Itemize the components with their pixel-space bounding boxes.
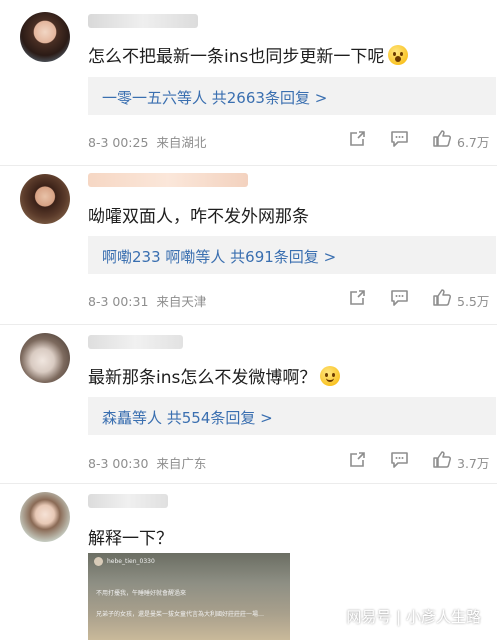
like-icon[interactable] <box>432 450 452 469</box>
reply-summary[interactable]: 森矗等人 共554条回复 > <box>88 397 496 435</box>
embed-avatar <box>94 557 103 566</box>
comment-text: 呦嚯双面人，咋不发外网那条 <box>88 202 309 227</box>
comment-text: 最新那条ins怎么不发微博啊？ <box>88 363 341 388</box>
like-icon[interactable] <box>432 129 452 148</box>
comment-text-content: 怎么不把最新一条ins也同步更新一下呢 <box>88 47 385 67</box>
avatar[interactable] <box>20 492 70 542</box>
smile-emoji-icon <box>320 366 341 386</box>
comment-item: 怎么不把最新一条ins也同步更新一下呢 一零一五六等人 共2663条回复 > 8… <box>0 0 497 165</box>
share-icon[interactable] <box>348 289 366 307</box>
comment-time: 8-3 00:30 <box>88 456 149 471</box>
username-blurred[interactable] <box>88 14 198 28</box>
username-blurred[interactable] <box>88 335 183 349</box>
comment-text-content: 呦嚯双面人，咋不发外网那条 <box>88 207 309 227</box>
comment-meta: 8-3 00:25 来自湖北 <box>88 132 206 151</box>
embedded-screenshot-image[interactable]: hebe_tien_0330 不用打擾我，午睡睡好就會醒過來 兄弟子的女孩，還是… <box>88 553 290 640</box>
embed-username: hebe_tien_0330 <box>107 558 155 565</box>
reply-summary[interactable]: 一零一五六等人 共2663条回复 > <box>88 77 496 115</box>
watermark: 网易号 | 小彥人生路 <box>346 608 481 626</box>
embed-caption-line2: 兄弟子的女孩，還是曼茱一拔女童代言為大利國好莊莊莊一場… <box>96 611 265 618</box>
comment-time: 8-3 00:25 <box>88 135 149 150</box>
comment-text: 怎么不把最新一条ins也同步更新一下呢 <box>88 42 409 67</box>
comment-meta: 8-3 00:31 来自天津 <box>88 291 206 310</box>
share-icon[interactable] <box>348 130 366 148</box>
comment-item: 呦嚯双面人，咋不发外网那条 啊嘞233 啊嘞等人 共691条回复 > 8-3 0… <box>0 166 497 324</box>
comment-meta: 8-3 00:30 来自广东 <box>88 453 206 472</box>
reply-summary-text[interactable]: 森矗等人 共554条回复 > <box>102 407 273 428</box>
comment-icon[interactable] <box>390 289 409 307</box>
comment-location: 来自广东 <box>156 456 207 471</box>
comment-time: 8-3 00:31 <box>88 294 149 309</box>
reply-summary-text[interactable]: 啊嘞233 啊嘞等人 共691条回复 > <box>102 246 336 267</box>
scream-emoji-icon <box>388 45 409 65</box>
like-count: 5.5万 <box>457 294 490 309</box>
avatar[interactable] <box>20 12 70 62</box>
comment-icon[interactable] <box>390 130 409 148</box>
comment-text-content: 解释一下？ <box>88 529 173 549</box>
avatar[interactable] <box>20 333 70 383</box>
like-count: 3.7万 <box>457 456 490 471</box>
reply-summary-text[interactable]: 一零一五六等人 共2663条回复 > <box>102 87 327 108</box>
share-icon[interactable] <box>348 451 366 469</box>
username-blurred[interactable] <box>88 173 248 187</box>
avatar[interactable] <box>20 174 70 224</box>
embed-caption-line1: 不用打擾我，午睡睡好就會醒過來 <box>96 590 187 597</box>
comment-text: 解释一下？ <box>88 524 173 549</box>
like-icon[interactable] <box>432 288 452 307</box>
comment-text-content: 最新那条ins怎么不发微博啊？ <box>88 368 317 388</box>
username-blurred[interactable] <box>88 494 168 508</box>
comment-location: 来自湖北 <box>156 135 207 150</box>
comment-location: 来自天津 <box>156 294 207 309</box>
like-count: 6.7万 <box>457 135 490 150</box>
comment-item: 最新那条ins怎么不发微博啊？ 森矗等人 共554条回复 > 8-3 00:30… <box>0 325 497 483</box>
reply-summary[interactable]: 啊嘞233 啊嘞等人 共691条回复 > <box>88 236 496 274</box>
comment-icon[interactable] <box>390 451 409 469</box>
